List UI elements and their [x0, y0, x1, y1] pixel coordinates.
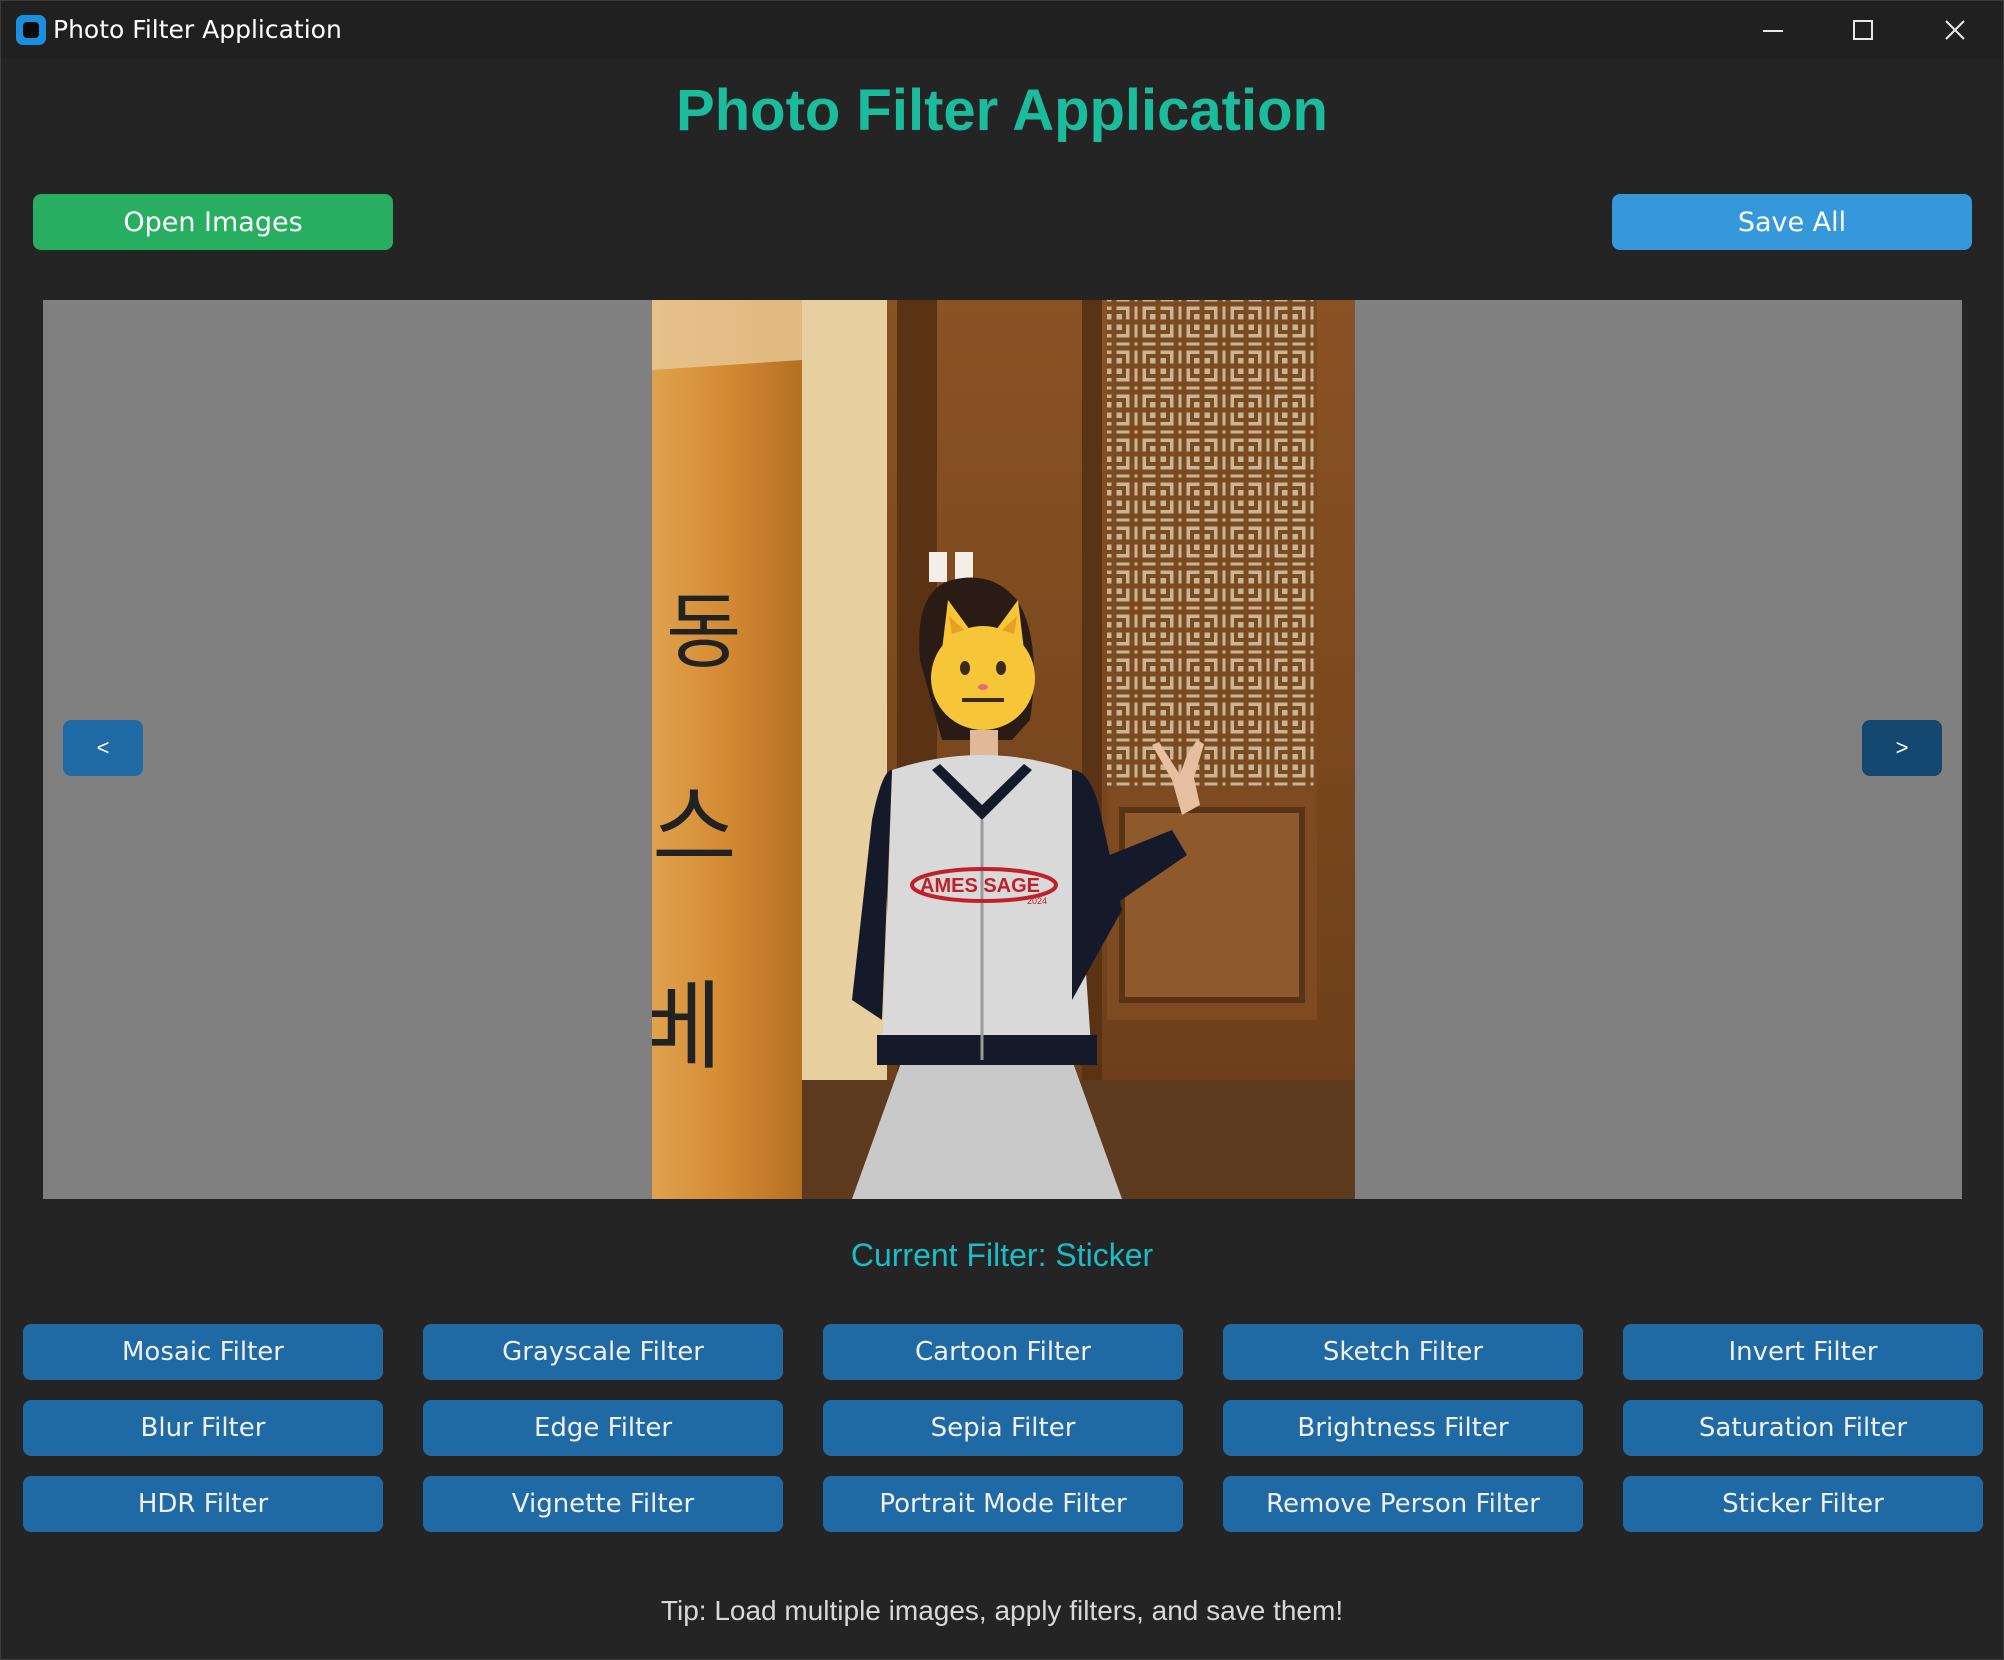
sepia-filter-button[interactable]: Sepia Filter [823, 1400, 1183, 1456]
sign-char-3: 베 [652, 971, 722, 1083]
photo-preview: 동 스 베 AMES SAGE 2024 [652, 300, 1355, 1199]
tip-text: Tip: Load multiple images, apply filters… [660, 1595, 1344, 1626]
image-viewer: 동 스 베 AMES SAGE 2024 < > [43, 300, 1962, 1199]
title-bar: Photo Filter Application [1, 1, 2003, 59]
close-icon [1945, 20, 1965, 40]
app-window: Photo Filter Application Photo Filter Ap… [0, 0, 2004, 1660]
portrait-mode-filter-button[interactable]: Portrait Mode Filter [823, 1476, 1183, 1532]
hdr-filter-button[interactable]: HDR Filter [23, 1476, 383, 1532]
brightness-filter-button[interactable]: Brightness Filter [1223, 1400, 1583, 1456]
cartoon-filter-button[interactable]: Cartoon Filter [823, 1324, 1183, 1380]
close-button[interactable] [1909, 1, 2001, 59]
current-filter-label: Current Filter: Sticker [850, 1237, 1154, 1273]
open-images-button[interactable]: Open Images [33, 194, 393, 250]
invert-filter-button[interactable]: Invert Filter [1623, 1324, 1983, 1380]
mosaic-filter-button[interactable]: Mosaic Filter [23, 1324, 383, 1380]
next-image-button[interactable]: > [1862, 720, 1942, 776]
shirt-text: AMES SAGE [920, 875, 1040, 897]
saturation-filter-button[interactable]: Saturation Filter [1623, 1400, 1983, 1456]
sign-char-1: 동 [666, 585, 741, 680]
shirt-year: 2024 [1027, 896, 1047, 906]
remove-person-filter-button[interactable]: Remove Person Filter [1223, 1476, 1583, 1532]
window-title: Photo Filter Application [53, 15, 342, 44]
maximize-button[interactable] [1817, 1, 1909, 59]
app-icon [16, 15, 46, 45]
vignette-filter-button[interactable]: Vignette Filter [423, 1476, 783, 1532]
edge-filter-button[interactable]: Edge Filter [423, 1400, 783, 1456]
minimize-button[interactable] [1727, 1, 1819, 59]
sketch-filter-button[interactable]: Sketch Filter [1223, 1324, 1583, 1380]
blur-filter-button[interactable]: Blur Filter [23, 1400, 383, 1456]
page-title: Photo Filter Application [676, 78, 1328, 143]
photo-image: 동 스 베 AMES SAGE 2024 [652, 300, 1355, 1199]
grayscale-filter-button[interactable]: Grayscale Filter [423, 1324, 783, 1380]
save-all-button[interactable]: Save All [1612, 194, 1972, 250]
sign-char-2: 스 [652, 775, 737, 882]
sticker-filter-button[interactable]: Sticker Filter [1623, 1476, 1983, 1532]
previous-image-button[interactable]: < [63, 720, 143, 776]
